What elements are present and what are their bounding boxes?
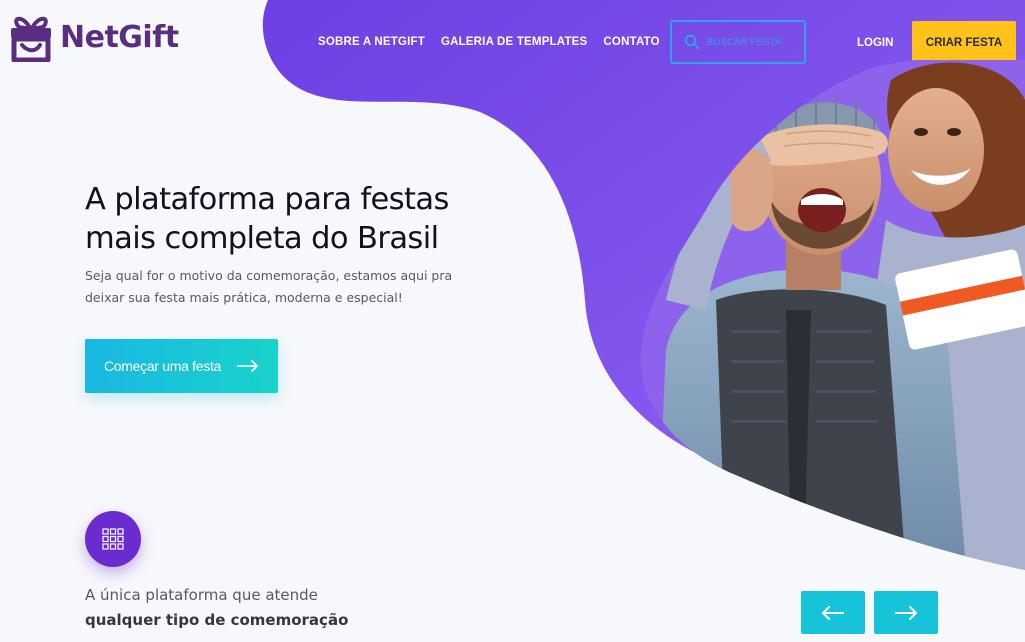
create-party-button[interactable]: CRIAR FESTA: [912, 21, 1016, 64]
carousel-next-button[interactable]: [874, 591, 938, 634]
brand-name: NetGift: [60, 19, 179, 55]
nav-item-galeria[interactable]: GALERIA DE TEMPLATES: [441, 36, 587, 48]
search-party-button[interactable]: BUSCAR FESTA: [670, 20, 806, 64]
main-nav: SOBRE A NETGIFT GALERIA DE TEMPLATES CON…: [318, 36, 660, 48]
gift-icon: [11, 16, 51, 62]
features-tagline: A única plataforma que atende: [85, 586, 318, 604]
arrow-right-icon: [237, 360, 258, 372]
carousel-prev-button[interactable]: [801, 591, 865, 634]
arrow-right-icon: [895, 605, 917, 620]
hero-subtitle: Seja qual for o motivo da comemoração, e…: [85, 268, 453, 305]
hero-couple-photo: [640, 60, 1025, 570]
brand-logo[interactable]: NetGift: [8, 12, 179, 62]
search-label: BUSCAR FESTA: [707, 36, 782, 48]
start-party-button[interactable]: Começar uma festa: [85, 339, 278, 393]
arrow-left-icon: [822, 605, 844, 620]
features-tagline-bold: qualquer tipo de comemoração: [85, 611, 349, 629]
start-party-label: Começar uma festa: [103, 358, 222, 374]
login-link[interactable]: LOGIN: [857, 37, 893, 49]
nav-item-sobre[interactable]: SOBRE A NETGIFT: [318, 36, 425, 48]
hero-title: A plataforma para festas mais completa d…: [85, 182, 449, 256]
grid-icon: [102, 528, 124, 550]
search-icon: [684, 34, 700, 50]
nav-item-contato[interactable]: CONTATO: [603, 36, 659, 48]
grid-badge: [85, 511, 141, 567]
